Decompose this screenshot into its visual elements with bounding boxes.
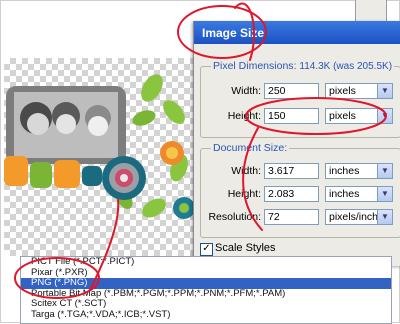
pixel-dimensions-size: 114.3K (was 205.5K): [299, 61, 393, 72]
dialog-title: Image Size: [202, 26, 265, 40]
image-size-dialog: Image Size Pixel Dimensions: 114.3K (was…: [193, 21, 400, 266]
pixel-height-input[interactable]: [264, 108, 319, 124]
format-option-selected[interactable]: PNG (*.PNG): [21, 277, 391, 289]
doc-width-input[interactable]: [264, 163, 319, 179]
doc-width-unit: inches: [329, 165, 360, 177]
format-option[interactable]: Scitex CT (*.SCT): [21, 298, 391, 310]
resolution-unit: pixels/inch: [329, 211, 379, 223]
doc-height-label: Height:: [227, 188, 261, 200]
pixel-dimensions-group: Pixel Dimensions: 114.3K (was 205.5K) Wi…: [200, 60, 400, 138]
doc-width-unit-select[interactable]: inches ▼: [325, 163, 393, 179]
scrapbook-artwork: [4, 74, 195, 219]
doc-height-unit: inches: [329, 188, 360, 200]
chevron-down-icon[interactable]: ▼: [377, 109, 392, 123]
doc-width-label: Width:: [231, 165, 261, 177]
pixel-dimensions-label: Pixel Dimensions:: [213, 60, 297, 72]
dialog-titlebar[interactable]: Image Size: [194, 21, 400, 44]
doc-height-unit-select[interactable]: inches ▼: [325, 186, 393, 202]
doc-height-input[interactable]: [264, 186, 319, 202]
format-option[interactable]: Targa (*.TGA;*.VDA;*.ICB;*.VST): [21, 309, 391, 321]
document-canvas[interactable]: [4, 58, 200, 256]
scale-styles-label: Scale Styles: [215, 242, 276, 254]
document-size-group: Document Size: Width: inches ▼ Height: i…: [200, 142, 400, 238]
format-option[interactable]: PICT File (*.PCT;*.PICT): [21, 257, 391, 268]
pixel-height-unit: pixels: [329, 110, 356, 122]
pixel-height-label: Height:: [227, 110, 261, 122]
chevron-down-icon[interactable]: ▼: [377, 210, 392, 224]
chevron-down-icon[interactable]: ▼: [377, 84, 392, 98]
resolution-unit-select[interactable]: pixels/inch ▼: [325, 209, 393, 225]
pixel-height-unit-select[interactable]: pixels ▼: [325, 108, 393, 124]
chevron-down-icon[interactable]: ▼: [377, 164, 392, 178]
checkmark-icon: ✓: [202, 243, 211, 254]
file-format-list[interactable]: PICT File (*.PCT;*.PICT) Pixar (*.PXR) P…: [20, 256, 392, 324]
resolution-label: Resolution:: [208, 211, 261, 223]
scale-styles-checkbox[interactable]: ✓: [200, 243, 213, 256]
document-size-label: Document Size:: [211, 142, 290, 154]
pixel-width-label: Width:: [231, 85, 261, 97]
pixel-width-input[interactable]: [264, 83, 319, 99]
resolution-input[interactable]: [264, 209, 319, 225]
chevron-down-icon[interactable]: ▼: [377, 187, 392, 201]
pixel-dimensions-heading: Pixel Dimensions: 114.3K (was 205.5K): [211, 60, 395, 72]
pixel-width-unit-select[interactable]: pixels ▼: [325, 83, 393, 99]
pixel-width-unit: pixels: [329, 85, 356, 97]
